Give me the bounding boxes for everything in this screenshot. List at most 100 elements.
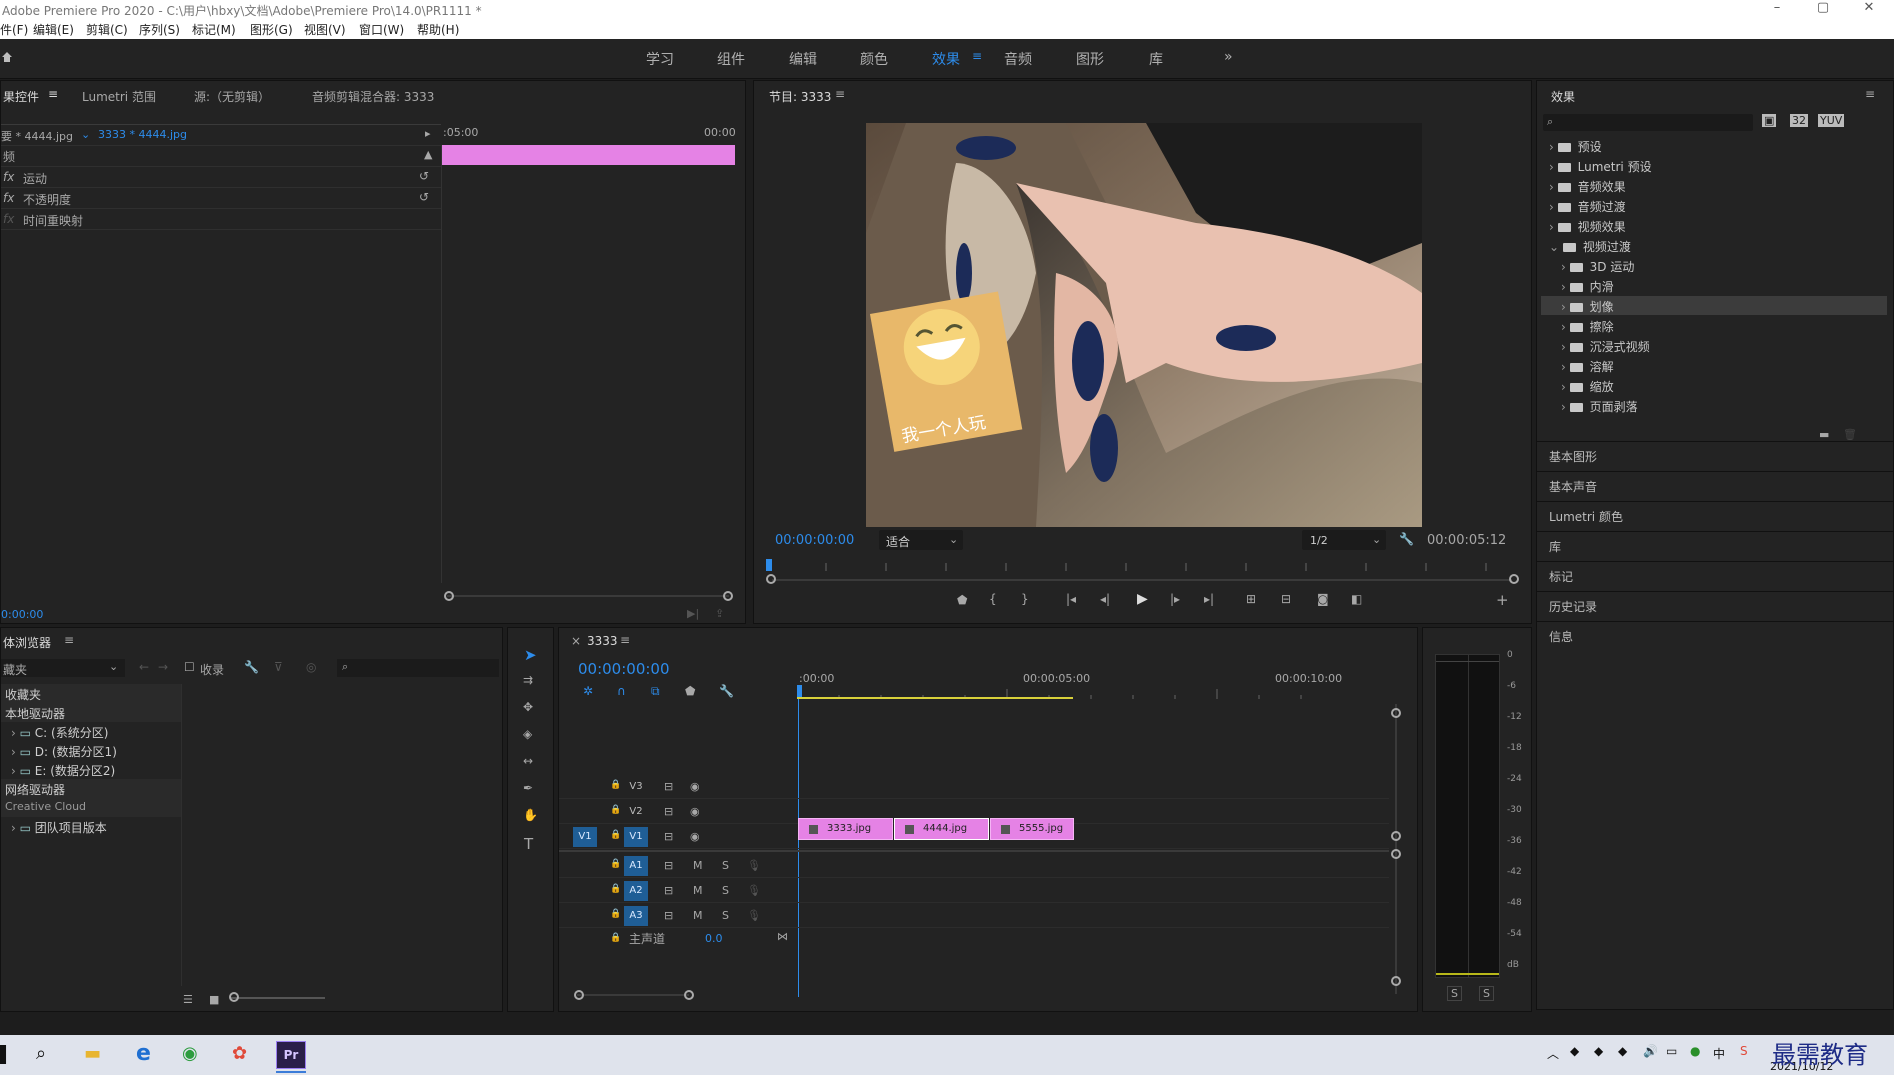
- track-label[interactable]: A1: [624, 856, 648, 876]
- workspace-editing[interactable]: 编辑: [789, 49, 817, 69]
- drive-item[interactable]: › ▭ C: (系统分区): [11, 724, 108, 741]
- new-bin-icon[interactable]: ▬: [1819, 428, 1829, 441]
- panel-menu-icon[interactable]: ≡: [1865, 87, 1875, 101]
- mute-button[interactable]: M: [693, 909, 703, 922]
- app-icon[interactable]: ✿: [232, 1043, 247, 1064]
- eye-icon[interactable]: ◉: [690, 830, 700, 843]
- solo-left-button[interactable]: S: [1447, 986, 1462, 1001]
- export-frame-icon[interactable]: ◙: [1317, 592, 1329, 606]
- effects-subtree-item[interactable]: › 擦除: [1561, 318, 1614, 335]
- lock-icon[interactable]: 🔒: [610, 884, 621, 894]
- add-marker-icon[interactable]: ⬟: [957, 593, 967, 607]
- collapsed-panel-tab[interactable]: 信息: [1549, 628, 1573, 645]
- home-icon[interactable]: [0, 49, 14, 65]
- go-to-out-icon[interactable]: ▸|: [1204, 592, 1214, 606]
- effects-tree-item[interactable]: › Lumetri 预设: [1549, 158, 1652, 175]
- effects-subtree-item[interactable]: › 页面剥落: [1561, 398, 1638, 415]
- lock-icon[interactable]: 🔒: [610, 933, 621, 943]
- track-label[interactable]: A2: [624, 881, 648, 901]
- solo-right-button[interactable]: S: [1479, 986, 1494, 1001]
- sync-lock-icon[interactable]: ⊟: [664, 884, 673, 897]
- effects-tree-item[interactable]: ⌄ 视频过渡: [1549, 238, 1631, 255]
- menu-view[interactable]: 视图(V): [304, 21, 346, 38]
- microphone-icon[interactable]: 🎙: [747, 859, 761, 872]
- filter-icon[interactable]: ⊽: [274, 660, 283, 674]
- scroll-handle-left[interactable]: [574, 990, 584, 1000]
- effects-tree-item[interactable]: › 预设: [1549, 138, 1602, 155]
- time-ruler[interactable]: [766, 559, 1521, 571]
- drive-item[interactable]: › ▭ D: (数据分区1): [11, 743, 117, 760]
- tab-lumetri-scopes[interactable]: Lumetri 范围: [82, 88, 156, 105]
- sync-lock-icon[interactable]: ⊟: [664, 805, 673, 818]
- pen-tool-icon[interactable]: ✒: [523, 781, 533, 795]
- scroll-handle[interactable]: [1391, 976, 1401, 986]
- start-icon[interactable]: ▌: [0, 1045, 12, 1064]
- effects-subtree-item[interactable]: › 溶解: [1561, 358, 1614, 375]
- prop-motion[interactable]: 运动: [23, 170, 47, 187]
- go-to-end-icon[interactable]: ⋈: [777, 930, 788, 943]
- fx-icon[interactable]: fx: [3, 191, 14, 205]
- wrench-icon[interactable]: 🔧: [1399, 532, 1414, 546]
- scroll-handle-right[interactable]: [684, 990, 694, 1000]
- close-button[interactable]: ✕: [1846, 0, 1892, 20]
- mute-button[interactable]: M: [693, 859, 703, 872]
- slider-handle[interactable]: [229, 992, 239, 1002]
- fit-dropdown[interactable]: 适合 ⌄: [879, 530, 963, 550]
- solo-button[interactable]: S: [722, 909, 729, 922]
- go-to-in-icon[interactable]: |◂: [1066, 592, 1076, 606]
- program-title[interactable]: 节目: 3333: [769, 88, 831, 105]
- forward-icon[interactable]: →: [158, 660, 168, 674]
- eye-icon[interactable]: ◉: [690, 805, 700, 818]
- tab-effect-controls[interactable]: 果控件: [3, 88, 39, 105]
- scroll-handle-left[interactable]: [766, 574, 776, 584]
- scroll-handle[interactable]: [1391, 849, 1401, 859]
- type-tool-icon[interactable]: T: [524, 835, 533, 853]
- lock-icon[interactable]: 🔒: [610, 805, 621, 815]
- edge-icon[interactable]: e: [136, 1041, 151, 1066]
- chrome-icon[interactable]: ◉: [182, 1043, 198, 1064]
- accelerated-effects-icon[interactable]: ▣: [1762, 114, 1777, 127]
- track-label[interactable]: V3: [624, 777, 648, 797]
- workspace-effects[interactable]: 效果: [932, 49, 960, 69]
- sogou-icon[interactable]: S: [1740, 1044, 1748, 1058]
- slip-tool-icon[interactable]: ↔: [523, 754, 533, 768]
- panel-menu-icon[interactable]: ≡: [48, 87, 58, 101]
- fx-icon[interactable]: fx: [3, 170, 14, 184]
- menu-clip[interactable]: 剪辑(C): [86, 21, 128, 38]
- clip-3333[interactable]: 3333.jpg: [798, 818, 893, 840]
- tray-chevron-icon[interactable]: ︿: [1547, 1045, 1559, 1062]
- effects-subtree-item[interactable]: › 划像: [1561, 298, 1614, 315]
- reset-icon[interactable]: ↺: [419, 190, 429, 204]
- network-icon[interactable]: ▭: [1666, 1044, 1677, 1058]
- menu-sequence[interactable]: 序列(S): [139, 21, 180, 38]
- clip-bar[interactable]: [441, 145, 735, 165]
- menu-marker[interactable]: 标记(M): [192, 21, 236, 38]
- video-frame[interactable]: 我一个人玩: [866, 123, 1422, 527]
- selection-tool-icon[interactable]: ➤: [524, 646, 537, 664]
- effects-tree-item[interactable]: › 音频效果: [1549, 178, 1626, 195]
- ripple-edit-tool-icon[interactable]: ✥: [523, 700, 533, 714]
- drive-item[interactable]: › ▭ 团队项目版本: [11, 819, 107, 836]
- thumbnail-size-slider[interactable]: [231, 997, 325, 999]
- lock-icon[interactable]: 🔒: [610, 909, 621, 919]
- effects-subtree-item[interactable]: › 沉浸式视频: [1561, 338, 1650, 355]
- playhead-timecode[interactable]: 00:00:00:00: [775, 533, 854, 548]
- microphone-icon[interactable]: 🎙: [747, 884, 761, 897]
- ingest-checkbox[interactable]: ☐: [184, 660, 195, 674]
- export-icon[interactable]: ⇪: [715, 607, 724, 620]
- clip-4444[interactable]: 4444.jpg: [894, 818, 989, 840]
- mark-in-icon[interactable]: {: [989, 592, 997, 606]
- menu-edit[interactable]: 编辑(E): [33, 21, 74, 38]
- workspace-graphics[interactable]: 图形: [1076, 49, 1104, 69]
- effects-title[interactable]: 效果: [1551, 88, 1575, 105]
- scroll-handle-right[interactable]: [1509, 574, 1519, 584]
- scroll-up-icon[interactable]: ▲: [424, 148, 432, 161]
- media-browser-title[interactable]: 体浏览器: [3, 634, 51, 651]
- back-icon[interactable]: ←: [139, 660, 149, 674]
- yuv-effects-icon[interactable]: YUV: [1818, 114, 1845, 127]
- menu-help[interactable]: 帮助(H): [417, 21, 459, 38]
- effects-tree-item[interactable]: › 音频过渡: [1549, 198, 1626, 215]
- file-explorer-icon[interactable]: ▬: [84, 1043, 101, 1064]
- favorites-dropdown[interactable]: 藏夹 ⌄: [1, 659, 125, 677]
- play-only-audio-icon[interactable]: ▶|: [687, 607, 699, 620]
